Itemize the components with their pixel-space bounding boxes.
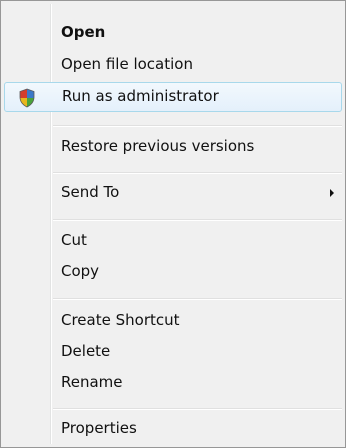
menu-item-delete[interactable]: Delete: [4, 337, 342, 367]
menu-item-label: Open file location: [61, 55, 193, 73]
menu-item-label: Open: [61, 23, 106, 41]
uac-shield-icon: [19, 88, 35, 108]
submenu-arrow-icon: [330, 189, 334, 197]
menu-item-rename[interactable]: Rename: [4, 368, 342, 398]
menu-separator: [53, 408, 342, 410]
menu-item-restore-previous-versions[interactable]: Restore previous versions: [4, 132, 342, 162]
menu-separator: [53, 219, 342, 221]
menu-item-create-shortcut[interactable]: Create Shortcut: [4, 306, 342, 336]
menu-item-label: Rename: [61, 373, 123, 391]
menu-item-label: Properties: [61, 419, 137, 437]
menu-item-open-file-location[interactable]: Open file location: [4, 50, 342, 80]
menu-separator: [53, 298, 342, 300]
menu-item-label: Delete: [61, 342, 111, 360]
menu-item-cut[interactable]: Cut: [4, 226, 342, 256]
menu-item-label: Send To: [61, 183, 120, 201]
menu-separator: [53, 125, 342, 127]
menu-separator: [53, 172, 342, 174]
menu-item-label: Copy: [61, 262, 100, 280]
menu-item-copy[interactable]: Copy: [4, 257, 342, 287]
menu-item-label: Run as administrator: [62, 87, 219, 105]
menu-item-run-as-administrator[interactable]: Run as administrator: [4, 82, 342, 112]
context-menu: Open Open file location Run as administr…: [0, 0, 346, 448]
menu-item-label: Restore previous versions: [61, 137, 255, 155]
menu-item-send-to[interactable]: Send To: [4, 178, 342, 208]
menu-item-open[interactable]: Open: [4, 18, 342, 48]
menu-item-label: Cut: [61, 231, 87, 249]
menu-item-label: Create Shortcut: [61, 311, 180, 329]
menu-item-properties[interactable]: Properties: [4, 414, 342, 444]
